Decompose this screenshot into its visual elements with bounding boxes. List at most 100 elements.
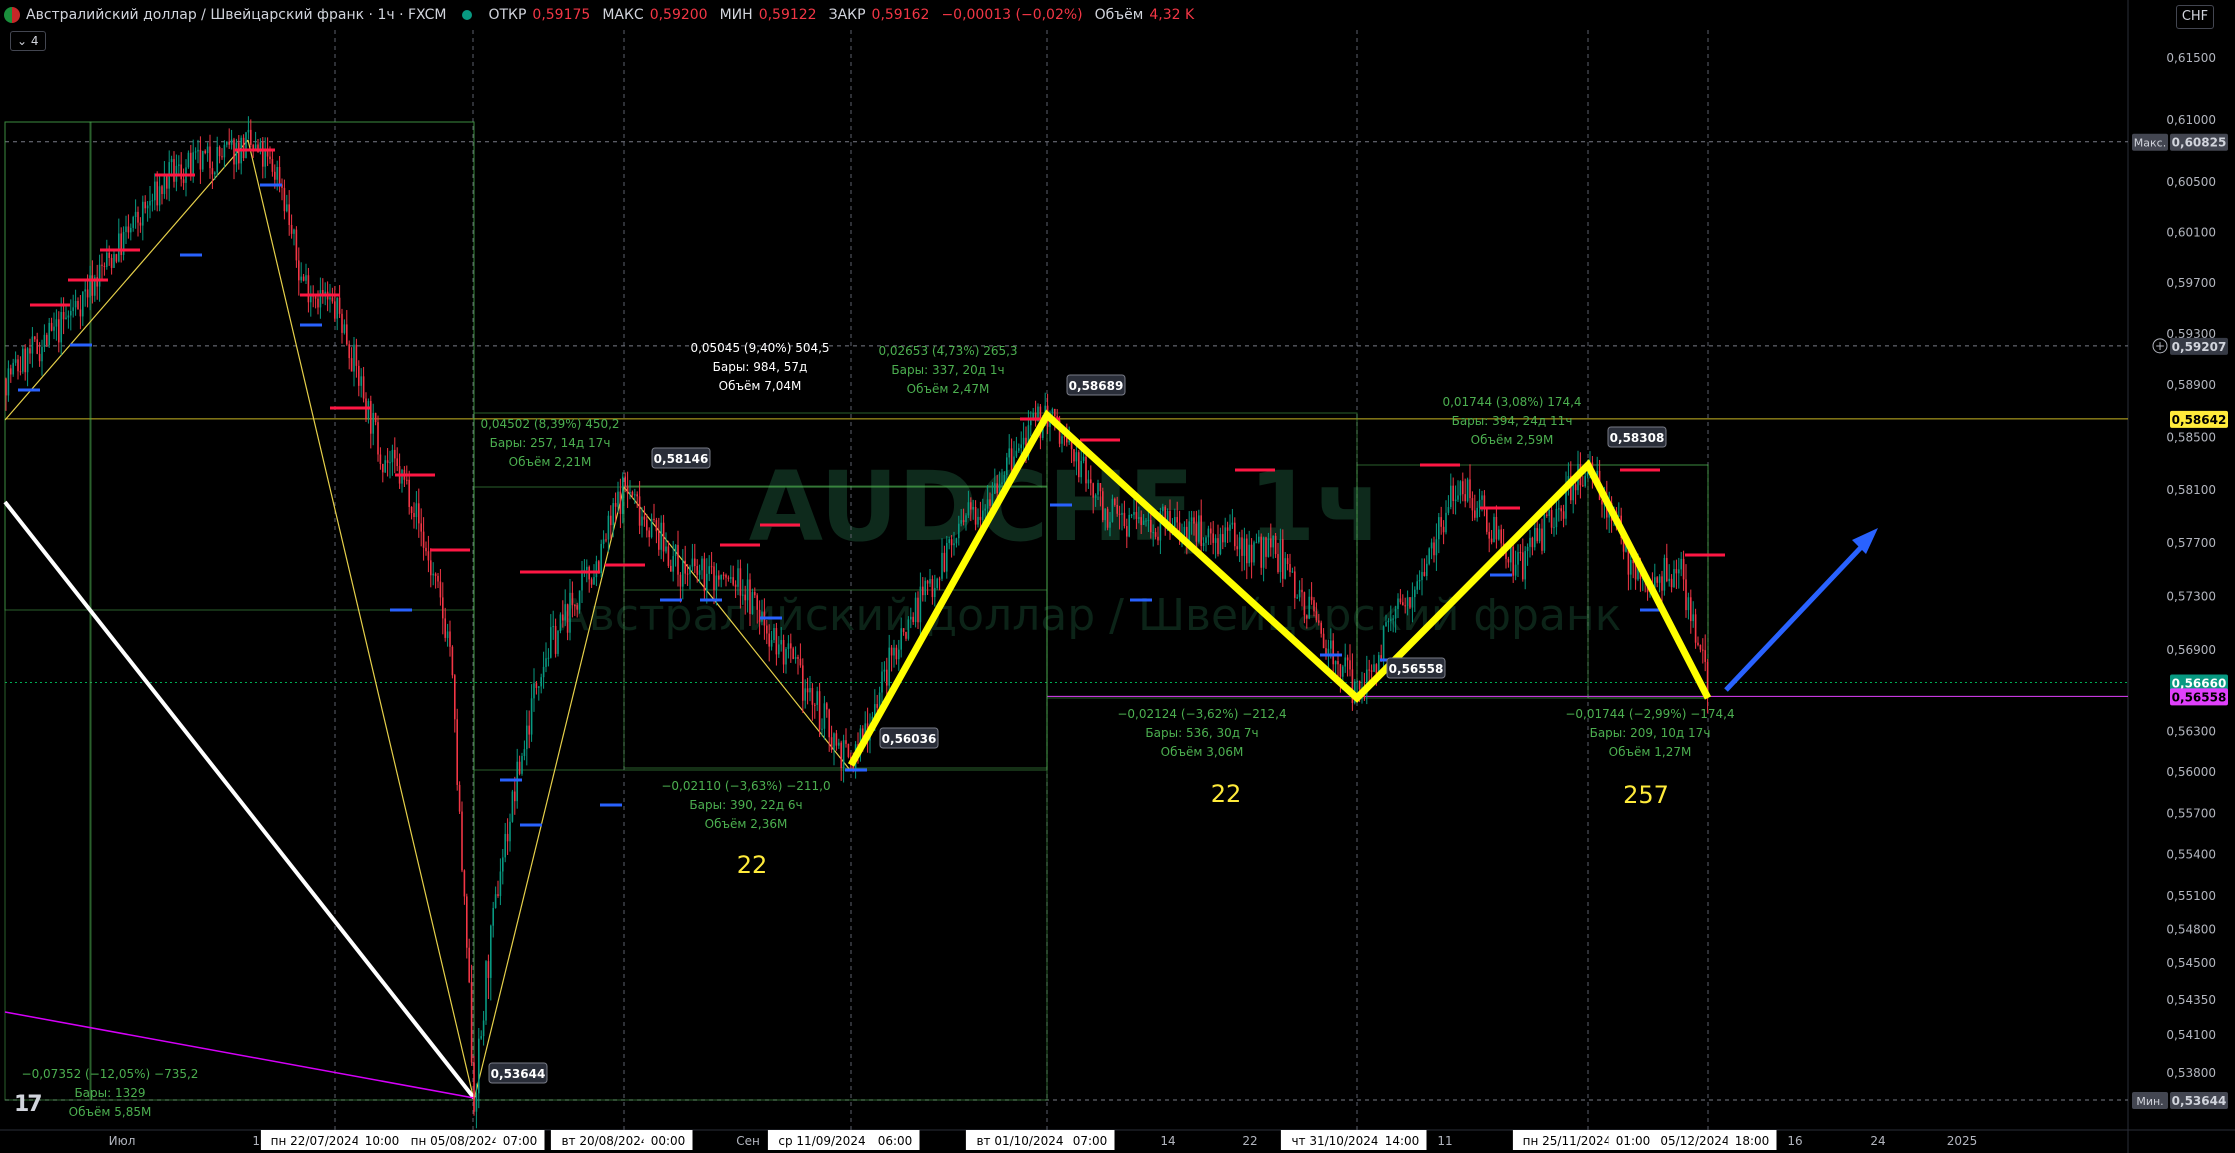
add-level-icon[interactable]: + — [2152, 338, 2168, 354]
candle-body — [960, 520, 962, 524]
candle-body — [1584, 475, 1586, 487]
candle-body — [655, 520, 658, 532]
time-axis-tick: 14 — [1160, 1134, 1175, 1148]
price-axis-tick: 0,53800 — [2166, 1066, 2216, 1080]
candle-body — [132, 217, 134, 228]
candle-body — [540, 677, 542, 687]
candle-body — [466, 896, 468, 948]
candle-body — [828, 709, 830, 738]
candle-body — [1166, 510, 1169, 521]
candle-body — [331, 297, 334, 302]
candle-body — [1234, 522, 1236, 547]
candle-body — [494, 894, 497, 908]
currency-button[interactable]: CHF — [2176, 5, 2214, 29]
candle-body — [192, 152, 194, 175]
candle-body — [905, 631, 907, 639]
candle-body — [797, 657, 799, 659]
candle-body — [1284, 558, 1286, 579]
candle-body — [353, 344, 355, 372]
candle-body — [1685, 579, 1687, 611]
volume-label: Объём — [1094, 7, 1144, 23]
candle-body — [1286, 558, 1289, 565]
price-chart[interactable]: AUDCHF, 1ч Австралийский доллар / Швейцар… — [0, 0, 2235, 1153]
candle-body — [473, 1062, 475, 1112]
candle-body — [1512, 546, 1514, 576]
candle-body — [1433, 542, 1435, 556]
candle-body — [492, 907, 494, 926]
candle-body — [1063, 436, 1066, 438]
candle-body — [972, 506, 974, 510]
time-axis-tick: 16 — [1787, 1134, 1802, 1148]
candle-body — [984, 508, 986, 511]
measurement-line: Бары: 257, 14д 17ч — [490, 436, 611, 450]
candle-body — [295, 229, 298, 261]
candle-body — [1303, 592, 1306, 616]
candle-body — [1404, 605, 1406, 607]
candle-body — [1356, 680, 1358, 682]
time-label: 14:00 — [1385, 1134, 1420, 1148]
candle-body — [674, 544, 677, 557]
candle-body — [919, 586, 922, 623]
candle-body — [938, 578, 941, 580]
symbol-title[interactable]: Австралийский доллар / Швейцарский франк… — [26, 7, 446, 23]
candle-body — [1562, 511, 1565, 519]
time-axis-tick: вт 01/10/2024 — [965, 1130, 1075, 1150]
candle-body — [379, 454, 382, 464]
candle-body — [180, 164, 182, 180]
candle-body — [1315, 611, 1318, 621]
candle-body — [19, 371, 22, 373]
candle-body — [1018, 448, 1020, 451]
candle-body — [1560, 508, 1562, 512]
candle-body — [250, 129, 252, 145]
watermark-name: Австралийский доллар / Швейцарский франк — [559, 590, 1622, 641]
candle-body — [929, 579, 931, 584]
time-axis-tick: 07:00 — [495, 1130, 545, 1150]
ohlc-close-label: ЗАКР — [828, 7, 866, 23]
price-axis-label: 0,53644 Мин. — [2132, 1092, 2228, 1109]
candle-body — [1253, 542, 1255, 563]
candle-body — [305, 275, 307, 281]
indicators-collapse-button[interactable]: ⌄ 4 — [10, 31, 46, 51]
measurement-line: Бары: 536, 30д 7ч — [1145, 726, 1258, 740]
count-annotation: 22 — [737, 851, 768, 879]
time-axis-tick: 10:00 — [357, 1130, 407, 1150]
candle-body — [1274, 535, 1277, 555]
candle-body — [1020, 444, 1022, 449]
candle-body — [737, 568, 739, 587]
candle-body — [802, 665, 804, 701]
candle-body — [1277, 554, 1279, 573]
candle-body — [1337, 661, 1339, 665]
candle-body — [1464, 494, 1466, 502]
candle-body — [1258, 536, 1260, 543]
candle-body — [622, 476, 624, 514]
candle-body — [346, 324, 348, 345]
candle-body — [965, 515, 967, 523]
watermark-symbol: AUDCHF, 1ч — [749, 451, 1382, 563]
candle-body — [290, 225, 293, 234]
time-label: 07:00 — [503, 1134, 538, 1148]
swing-point-label: 0,58146 — [651, 447, 711, 469]
candle-body — [816, 691, 818, 705]
time-axis-tick: 00:00 — [643, 1130, 693, 1150]
candle-body — [1416, 581, 1418, 590]
measurement-line: 0,04502 (8,39%) 450,2 — [480, 417, 619, 431]
candle-body — [506, 833, 509, 842]
candle-body — [1262, 537, 1265, 568]
candle-body — [612, 503, 614, 526]
ohlc-high-value: 0,59200 — [649, 7, 708, 23]
candle-body — [1296, 597, 1298, 599]
candle-body — [1697, 642, 1699, 645]
candle-body — [22, 348, 24, 372]
candle-body — [1294, 571, 1296, 598]
candle-body — [1099, 483, 1102, 492]
candle-body — [1001, 482, 1003, 484]
time-label: 05/12/2024 — [1660, 1134, 1729, 1148]
candle-body — [886, 669, 888, 686]
candle-body — [238, 142, 240, 164]
candle-body — [50, 322, 53, 331]
candle-body — [977, 516, 979, 525]
candle-body — [893, 647, 895, 656]
candle-body — [691, 558, 694, 567]
candle-body — [1308, 596, 1310, 619]
candle-body — [734, 584, 737, 587]
